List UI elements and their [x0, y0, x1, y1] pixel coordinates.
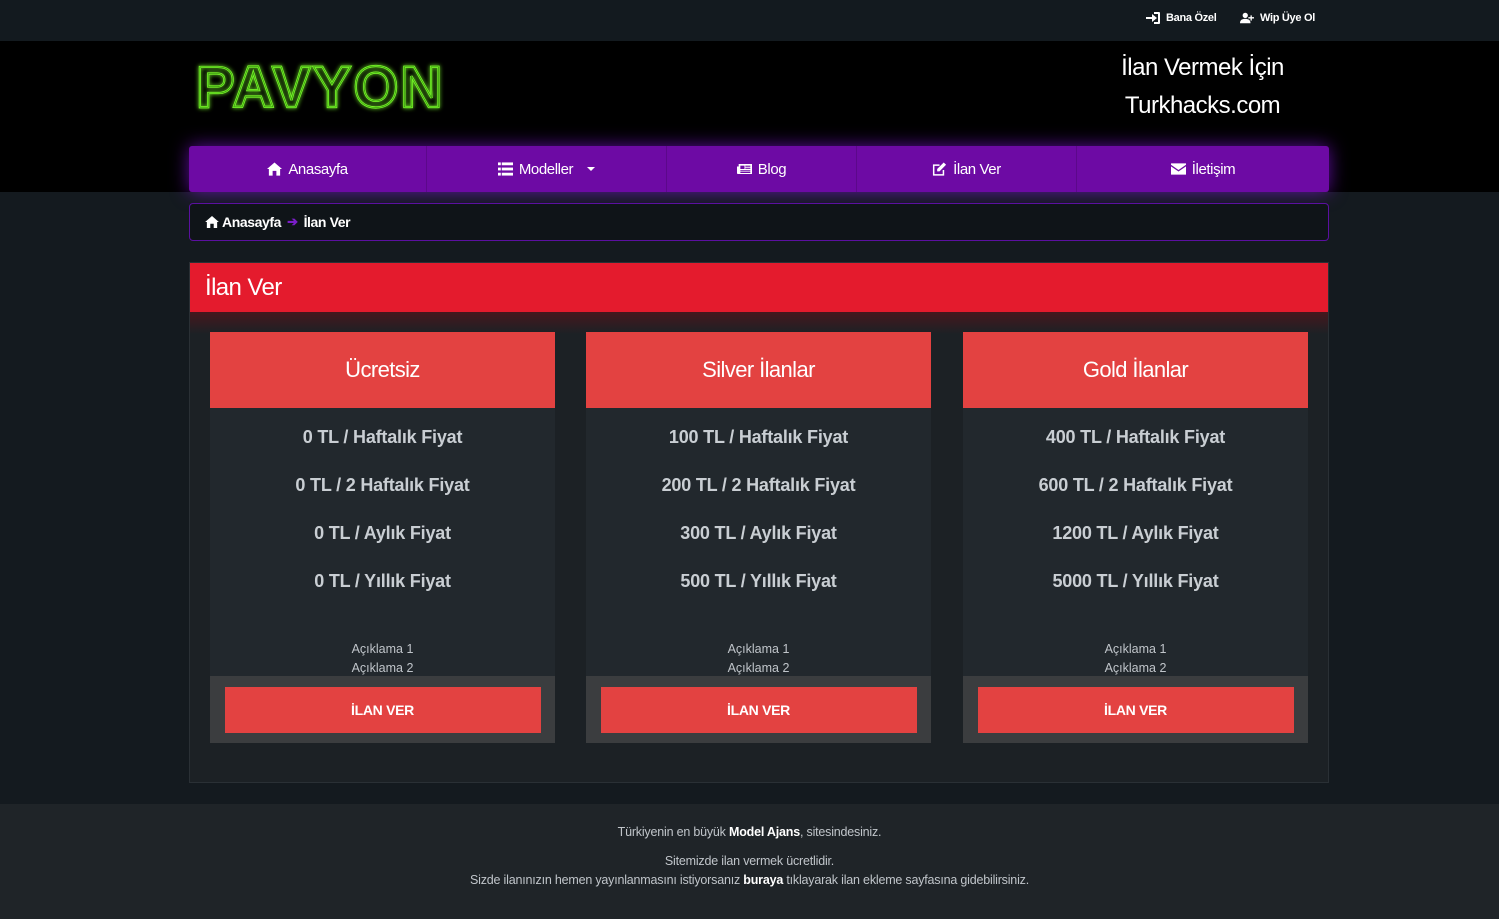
- panel-title: İlan Ver: [190, 263, 1328, 312]
- ilan-ver-button[interactable]: İLAN VER: [224, 686, 541, 733]
- price-weekly: 400 TL / Haftalık Fiyat: [1045, 427, 1226, 447]
- price-monthly: 0 TL / Aylık Fiyat: [314, 523, 451, 543]
- plan-desc-1: Açıklama 1: [351, 642, 414, 656]
- breadcrumb: Anasayfa ➔ İlan Ver: [189, 203, 1329, 241]
- site-footer: Türkiyenin en büyük Model Ajans, sitesin…: [0, 804, 1499, 919]
- plan-desc-1: Açıklama 1: [727, 642, 790, 656]
- bana-ozel-link[interactable]: Bana Özel: [1146, 12, 1217, 24]
- nav-item-label: Modeller: [518, 160, 574, 178]
- price-biweekly: 0 TL / 2 Haftalık Fiyat: [295, 475, 470, 495]
- nav-item-label: Blog: [757, 160, 787, 178]
- nav-item-label: İletişim: [1191, 160, 1236, 178]
- price-weekly: 100 TL / Haftalık Fiyat: [668, 427, 849, 447]
- plan-title: Ücretsiz: [210, 332, 555, 408]
- nav-item-modeller[interactable]: Modeller: [427, 146, 667, 192]
- plan-desc-1: Açıklama 1: [1104, 642, 1167, 656]
- plan-card-free: Ücretsiz 0 TL / Haftalık Fiyat 0 TL / 2 …: [210, 332, 555, 743]
- model-ajans-text: Model Ajans: [729, 825, 800, 839]
- plan-card-gold: Gold İlanlar 400 TL / Haftalık Fiyat 600…: [963, 332, 1308, 743]
- footer-line-1: Türkiyenin en büyük Model Ajans, sitesin…: [617, 825, 882, 839]
- breadcrumb-current: İlan Ver: [303, 214, 351, 230]
- newspaper-icon: [736, 164, 752, 174]
- price-biweekly: 200 TL / 2 Haftalık Fiyat: [661, 475, 856, 495]
- ilan-ver-button[interactable]: İLAN VER: [600, 686, 917, 733]
- sign-in-icon: [1146, 12, 1160, 24]
- home-icon: [267, 162, 283, 176]
- price-yearly: 0 TL / Yıllık Fiyat: [314, 571, 451, 591]
- arrow-right-icon: ➔: [287, 214, 298, 229]
- nav-item-ilan-ver[interactable]: İlan Ver: [857, 146, 1077, 192]
- svg-text:PAVYON: PAVYON: [196, 55, 444, 117]
- nav-item-label: İlan Ver: [953, 160, 1001, 178]
- main-nav: Anasayfa Modeller Blog İlan Ver İletişim: [189, 146, 1329, 192]
- pavyon-logo[interactable]: PAVYON PAVYON: [192, 54, 452, 121]
- ilan-ver-button[interactable]: İLAN VER: [977, 686, 1294, 733]
- nav-item-label: Anasayfa: [288, 160, 348, 178]
- user-plus-icon: [1240, 12, 1254, 24]
- wip-uye-ol-label: Wip Üye Ol: [1260, 12, 1315, 24]
- list-icon: [497, 162, 513, 176]
- plan-title: Gold İlanlar: [963, 332, 1308, 408]
- bana-ozel-label: Bana Özel: [1166, 12, 1217, 24]
- promo-line-2[interactable]: Turkhacks.com: [1090, 92, 1315, 120]
- ilan-ver-panel: İlan Ver Ücretsiz 0 TL / Haftalık Fiyat …: [189, 262, 1329, 783]
- price-monthly: 300 TL / Aylık Fiyat: [680, 523, 837, 543]
- chevron-down-icon: [587, 167, 596, 171]
- nav-item-iletisim[interactable]: İletişim: [1077, 146, 1329, 192]
- edit-icon: [933, 162, 947, 176]
- price-biweekly: 600 TL / 2 Haftalık Fiyat: [1038, 475, 1233, 495]
- footer-line-3: Sizde ilanınızın hemen yayınlanmasını is…: [470, 873, 1029, 887]
- price-weekly: 0 TL / Haftalık Fiyat: [302, 427, 463, 447]
- buraya-link[interactable]: buraya: [743, 873, 783, 887]
- price-yearly: 500 TL / Yıllık Fiyat: [680, 571, 837, 591]
- nav-item-anasayfa[interactable]: Anasayfa: [189, 146, 427, 192]
- price-monthly: 1200 TL / Aylık Fiyat: [1052, 523, 1219, 543]
- home-icon: [205, 216, 219, 228]
- promo-line-1: İlan Vermek İçin: [1121, 54, 1284, 81]
- wip-uye-ol-link[interactable]: Wip Üye Ol: [1240, 12, 1315, 24]
- price-yearly: 5000 TL / Yıllık Fiyat: [1052, 571, 1219, 591]
- plan-card-silver: Silver İlanlar 100 TL / Haftalık Fiyat 2…: [586, 332, 931, 743]
- nav-item-blog[interactable]: Blog: [667, 146, 857, 192]
- plan-title: Silver İlanlar: [586, 332, 931, 408]
- top-bar: Bana Özel Wip Üye Ol: [0, 0, 1499, 41]
- envelope-icon: [1170, 163, 1186, 175]
- footer-line-2: Sitemizde ilan vermek ücretlidir.: [664, 854, 835, 868]
- breadcrumb-home[interactable]: Anasayfa: [222, 214, 281, 230]
